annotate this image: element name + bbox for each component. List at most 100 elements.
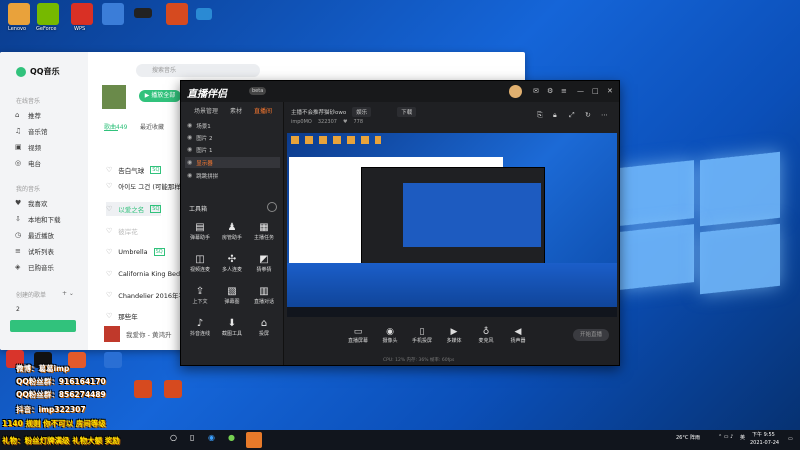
- tool-danmu-image[interactable]: ▧ 弹幕图: [218, 286, 246, 305]
- menu-icon[interactable]: ≡: [561, 87, 567, 95]
- tool-game[interactable]: ◩ 猜拳猜: [250, 254, 278, 273]
- tab-room[interactable]: 直播间: [254, 106, 272, 115]
- play-all-button[interactable]: ▶ 播放全部: [139, 90, 181, 102]
- nav-item-local[interactable]: ⇩ 本地和下载: [12, 212, 80, 225]
- desktop-icon-lenovo[interactable]: [8, 3, 30, 25]
- tool-context[interactable]: ⇪ 上下文: [186, 286, 214, 305]
- fullscreen-icon[interactable]: ⤢: [569, 111, 575, 120]
- maximize-icon[interactable]: □: [592, 87, 599, 95]
- nav-item-recommend[interactable]: ⌂ 推荐: [12, 108, 80, 121]
- screen-capture-button[interactable]: ▭ 直播屏幕: [345, 327, 371, 344]
- phone-cast-button[interactable]: ▯ 手机投屏: [409, 327, 435, 344]
- nav-item-radio[interactable]: ◎ 电台: [12, 156, 80, 169]
- song-row[interactable]: ♡ 告白气球 SQ: [106, 163, 162, 177]
- heart-icon[interactable]: ♡: [106, 248, 112, 256]
- eye-icon[interactable]: ◉: [187, 122, 192, 129]
- song-row[interactable]: ♡ 아이도 그건 (可能那样): [106, 179, 183, 193]
- minimize-icon[interactable]: —: [577, 87, 584, 95]
- heart-icon[interactable]: ♡: [106, 205, 112, 213]
- heart-icon[interactable]: ♡: [106, 312, 112, 320]
- clock-date[interactable]: 2021-07-24: [750, 440, 779, 446]
- nav-item-favorites[interactable]: ♥ 我喜欢: [12, 196, 80, 209]
- share-icon[interactable]: ⎘: [537, 111, 543, 120]
- message-icon[interactable]: ✉: [533, 87, 539, 95]
- desktop-icon-app[interactable]: [104, 352, 122, 368]
- desktop-icon-wps[interactable]: [71, 3, 93, 25]
- lock-icon[interactable]: 🔒︎: [553, 111, 557, 120]
- settings-icon[interactable]: ⚙: [547, 87, 553, 95]
- category-select[interactable]: 娱乐: [352, 107, 372, 117]
- scene-item-active[interactable]: ◉ 显示器: [185, 157, 280, 168]
- tool-dialog[interactable]: ▥ 直播对话: [250, 286, 278, 305]
- input-language[interactable]: 英: [740, 434, 745, 441]
- song-row[interactable]: ♡ 那些年: [106, 309, 138, 323]
- camera-button[interactable]: ◉ 摄像头: [377, 327, 403, 344]
- desktop-icon-winrar[interactable]: [164, 380, 182, 398]
- area-select[interactable]: 下载: [397, 107, 417, 117]
- heart-icon[interactable]: ♡: [106, 227, 112, 235]
- tray-icons[interactable]: ⌃ ▭ ♪: [718, 434, 733, 440]
- search-icon[interactable]: ○: [170, 433, 177, 442]
- heart-icon[interactable]: ♡: [106, 182, 112, 190]
- qq-music-taskbar-icon[interactable]: ●: [228, 433, 235, 442]
- tool-screenshot[interactable]: ⬇ 截图工具: [218, 318, 246, 337]
- tool-admin[interactable]: ♟ 房管助手: [218, 222, 246, 241]
- tool-cast[interactable]: ⌂ 投屏: [250, 318, 278, 337]
- nav-item-recent[interactable]: ◷ 最近播放: [12, 228, 80, 241]
- scene-item[interactable]: ◉ 图片 2: [185, 132, 280, 143]
- search-input[interactable]: 搜索音乐: [136, 64, 260, 77]
- add-playlist-icon[interactable]: + ⌄: [62, 290, 74, 297]
- tool-multi-link[interactable]: ✣ 多人连麦: [218, 254, 246, 273]
- nav-item-trial[interactable]: ≡ 试听列表: [12, 244, 80, 257]
- speaker-button[interactable]: ◀ 扬声器: [505, 327, 531, 344]
- tool-douyin[interactable]: ♪ 抖音连线: [186, 318, 214, 337]
- eye-icon[interactable]: ◉: [187, 159, 192, 166]
- clock-time[interactable]: 下午 9:55: [752, 431, 775, 438]
- avatar[interactable]: [509, 85, 522, 98]
- desktop-icon-winrar[interactable]: [134, 380, 152, 398]
- desktop-icon-app[interactable]: [134, 8, 152, 18]
- now-playing-cover[interactable]: [104, 326, 120, 342]
- heart-icon[interactable]: ♡: [106, 166, 112, 174]
- tool-tasks[interactable]: ▦ 主播任务: [250, 222, 278, 241]
- desktop-icon-app[interactable]: [102, 3, 124, 25]
- tool-video-link[interactable]: ◫ 视频连麦: [186, 254, 214, 273]
- media-button[interactable]: ▶ 多媒体: [441, 327, 467, 344]
- start-live-button[interactable]: 开始直播: [573, 329, 609, 341]
- scene-item[interactable]: ◉ 场景1: [185, 120, 280, 131]
- stream-preview[interactable]: [287, 133, 617, 317]
- tab-assets[interactable]: 素材: [230, 106, 242, 115]
- scene-item[interactable]: ◉ 图片 1: [185, 144, 280, 155]
- eye-icon[interactable]: ◉: [187, 172, 192, 179]
- eye-icon[interactable]: ◉: [187, 146, 192, 153]
- nav-item-purchased[interactable]: ◈ 已购音乐: [12, 260, 80, 273]
- tool-danmu[interactable]: ▤ 弹幕助手: [186, 222, 214, 241]
- song-row[interactable]: ♡ 彼岸花: [106, 224, 138, 238]
- heart-icon[interactable]: ♡: [106, 291, 112, 299]
- playlist-item-selected[interactable]: [10, 320, 76, 332]
- toolbox-settings-icon[interactable]: [267, 202, 277, 212]
- song-row[interactable]: ♡ 以爱之名 SQ: [106, 202, 162, 216]
- desktop-icon-geforce[interactable]: [37, 3, 59, 25]
- room-title[interactable]: 主播不会推荐猫砂owo: [291, 108, 346, 116]
- desktop-icon-app[interactable]: [68, 352, 86, 368]
- heart-icon[interactable]: ♡: [106, 270, 112, 278]
- close-icon[interactable]: ✕: [607, 87, 613, 95]
- streamer-taskbar-icon[interactable]: [246, 432, 262, 448]
- song-row[interactable]: ♡ Chandelier 2016年平安: [106, 288, 192, 302]
- notification-icon[interactable]: ▭: [788, 436, 793, 442]
- nav-item-library[interactable]: ♫ 音乐馆: [12, 124, 80, 137]
- tab-recent[interactable]: 最近收藏: [140, 122, 164, 131]
- refresh-icon[interactable]: ↻: [585, 111, 591, 119]
- desktop-icon-app[interactable]: [196, 8, 212, 20]
- eye-icon[interactable]: ◉: [187, 134, 192, 141]
- edge-icon[interactable]: ◉: [208, 433, 215, 442]
- task-view-icon[interactable]: ▯: [190, 433, 194, 442]
- more-icon[interactable]: ⋯: [601, 111, 608, 119]
- desktop-icon-winrar[interactable]: [166, 3, 188, 25]
- microphone-button[interactable]: ♁ 麦克风: [473, 327, 499, 344]
- nav-item-video[interactable]: ▣ 视频: [12, 140, 80, 153]
- tab-scenes[interactable]: 场景管理: [194, 106, 218, 115]
- song-row[interactable]: ♡ Umbrella SQ: [106, 245, 165, 259]
- scene-item[interactable]: ◉ 跳跳拼拼: [185, 170, 280, 181]
